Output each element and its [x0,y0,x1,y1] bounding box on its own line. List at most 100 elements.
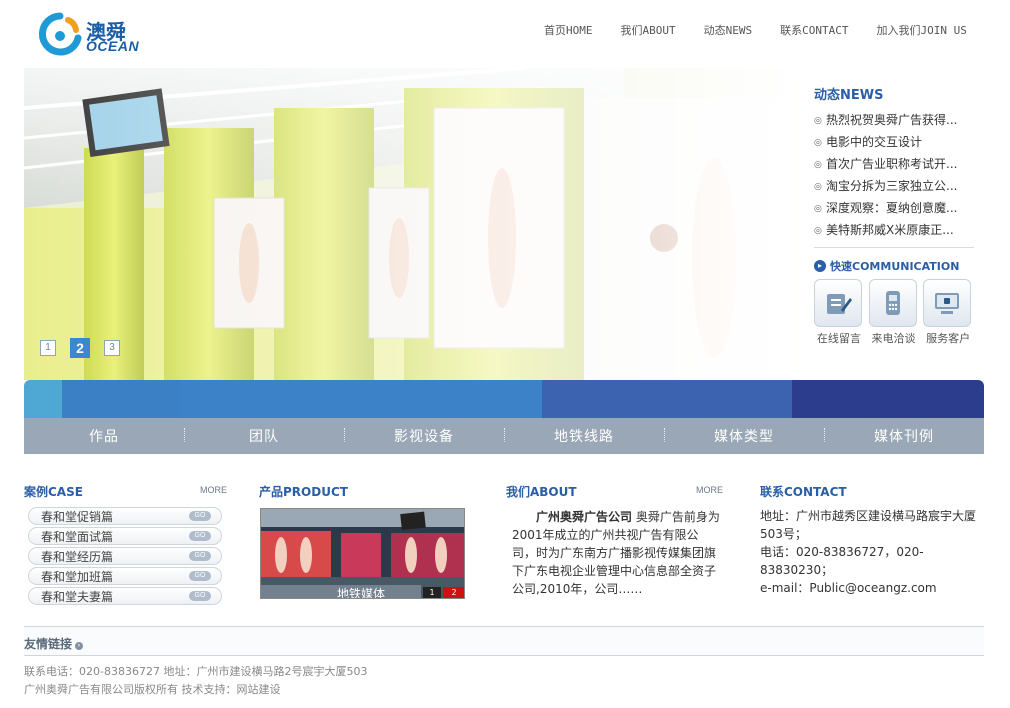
cat-team[interactable]: 团队 [184,426,344,446]
quick-phone-label: 来电洽谈 [871,332,916,345]
contact-title: 联系CONTACT [760,485,847,499]
news-item-text: 深度观察：夏纳创意魔... [826,201,958,215]
logo-english-text: OCEAN [86,38,140,54]
divider [814,247,974,248]
news-item-text: 淘宝分拆为三家独立公... [826,179,958,193]
product-page-1[interactable]: 1 [423,587,441,598]
footer-line-2: 广州奥舜广告有限公司版权所有 技术支持：网站建设 [24,683,281,696]
arrow-right-icon: ▸ [814,260,826,272]
computer-icon [923,279,972,327]
nav-join[interactable]: 加入我们JOIN US [876,22,966,38]
about-title: 我们ABOUT [506,485,577,499]
message-icon [814,279,862,327]
product-title: 产品PRODUCT [259,485,348,499]
news-item-text: 电影中的交互设计 [826,135,923,149]
bullet-icon: ◎ [814,182,822,192]
news-panel: 动态NEWS ◎ 热烈祝贺奥舜广告获得... ◎ 电影中的交互设计 ◎ 首次广告业职称… [814,84,978,346]
subway-billboard-photo [24,68,804,380]
nav-news[interactable]: 动态NEWS [704,22,753,38]
footer: 联系电话：020-83836727 地址：广州市建设横马路2号宸宇大厦503 广… [24,663,367,699]
cat-media-types[interactable]: 媒体类型 [664,426,824,446]
about-company: 广州奥舜广告公司 [536,510,633,524]
nav-about[interactable]: 我们ABOUT [621,22,676,38]
about-more-link[interactable]: MORE [696,485,723,495]
slide-dot-1[interactable]: 1 [40,340,56,356]
news-item[interactable]: ◎ 热烈祝贺奥舜广告获得... [814,109,978,131]
nav-contact[interactable]: 联系CONTACT [780,22,848,38]
quick-contact-icons: 在线留言 来电洽谈 服务客户 [814,279,978,346]
news-item-text: 热烈祝贺奥舜广告获得... [826,113,958,127]
case-item[interactable]: 春和堂经历篇 GO [28,547,222,565]
news-item-text: 美特斯邦威X米原康正... [826,223,954,237]
quick-service-label: 服务客户 [926,332,971,345]
slide-dot-3[interactable]: 3 [104,340,120,356]
case-item[interactable]: 春和堂面试篇 GO [28,527,222,545]
quick-contact-title-text: 快速COMMUNICATION [830,260,960,273]
go-button[interactable]: GO [189,591,211,601]
logo[interactable]: 澳舜 OCEAN [38,10,148,60]
quick-message-button[interactable]: 在线留言 [814,279,864,346]
arrow-right-icon: › [75,642,84,650]
case-item-label: 春和堂面试篇 [41,529,114,544]
bullet-icon: ◎ [814,160,822,170]
strip-segment [24,380,62,418]
case-item[interactable]: 春和堂夫妻篇 GO [28,587,222,605]
news-item[interactable]: ◎ 淘宝分拆为三家独立公... [814,175,978,197]
go-button[interactable]: GO [189,571,211,581]
contact-email[interactable]: e-mail：Public@oceangz.com [760,579,980,597]
case-item-label: 春和堂经历篇 [41,549,114,564]
quick-message-label: 在线留言 [816,332,861,345]
quick-contact-title: ▸ 快速COMMUNICATION [814,258,978,274]
go-button[interactable]: GO [189,531,211,541]
go-button[interactable]: GO [189,551,211,561]
about-text: 广州奥舜广告公司 奥舜广告前身为2001年成立的广州共视广告有限公司，时为广东南… [512,508,720,598]
contact-address: 地址：广州市越秀区建设横马路宸宇大厦503号； [760,509,977,541]
strip-segment [180,380,542,418]
main-nav: 首页HOME 我们ABOUT 动态NEWS 联系CONTACT 加入我们JOIN… [530,22,981,38]
bullet-icon: ◎ [814,116,822,126]
case-item-label: 春和堂促销篇 [41,509,114,524]
logo-swirl-icon [38,12,82,56]
category-nav: 作品 团队 影视设备 地铁线路 媒体类型 媒体刊例 [24,418,984,454]
cases-list: 春和堂促销篇 GO 春和堂面试篇 GO 春和堂经历篇 GO 春和堂加班篇 GO 春和堂夫… [28,507,222,607]
product-page-2[interactable]: 2 [443,587,464,598]
nav-home[interactable]: 首页HOME [544,22,593,38]
product-caption: 地铁媒体 [337,587,386,599]
contact-info: 地址：广州市越秀区建设横马路宸宇大厦503号； 电话：020-83836727，… [760,507,980,597]
friend-links-label: 友情链接 › [24,635,84,652]
bullet-icon: ◎ [814,204,822,214]
case-item-label: 春和堂加班篇 [41,569,114,584]
friend-links-label-text: 友情链接 [24,637,73,651]
decorative-color-strip [24,380,984,418]
product-image[interactable]: 地铁媒体 1 2 [260,508,465,599]
hero-banner[interactable]: 1 2 3 [24,68,804,380]
case-item[interactable]: 春和堂促销篇 GO [28,507,222,525]
slide-pagination: 1 2 3 [40,338,134,358]
cat-media-rates[interactable]: 媒体刊例 [824,426,984,446]
cat-equipment[interactable]: 影视设备 [344,426,504,446]
strip-segment [792,380,984,418]
cases-title: 案例CASE [24,485,83,499]
strip-segment [62,380,180,418]
quick-phone-button[interactable]: 来电洽谈 [868,279,919,346]
cat-subway-lines[interactable]: 地铁线路 [504,426,664,446]
bullet-icon: ◎ [814,226,822,236]
slide-dot-2[interactable]: 2 [70,338,90,358]
cases-more-link[interactable]: MORE [200,485,227,495]
news-item[interactable]: ◎ 美特斯邦威X米原康正... [814,219,978,241]
go-button[interactable]: GO [189,511,211,521]
news-item[interactable]: ◎ 电影中的交互设计 [814,131,978,153]
news-item[interactable]: ◎ 首次广告业职称考试开... [814,153,978,175]
news-item-text: 首次广告业职称考试开... [826,157,958,171]
strip-segment [542,380,792,418]
bullet-icon: ◎ [814,138,822,148]
case-item[interactable]: 春和堂加班篇 GO [28,567,222,585]
contact-phone: 电话：020-83836727，020-83830230； [760,545,924,577]
footer-line-1: 联系电话：020-83836727 地址：广州市建设横马路2号宸宇大厦503 [24,665,368,678]
case-item-label: 春和堂夫妻篇 [41,589,114,604]
news-item[interactable]: ◎ 深度观察：夏纳创意魔... [814,197,978,219]
quick-service-button[interactable]: 服务客户 [923,279,973,346]
cat-works[interactable]: 作品 [24,426,184,446]
phone-icon [868,279,917,327]
news-title: 动态NEWS [814,88,884,103]
